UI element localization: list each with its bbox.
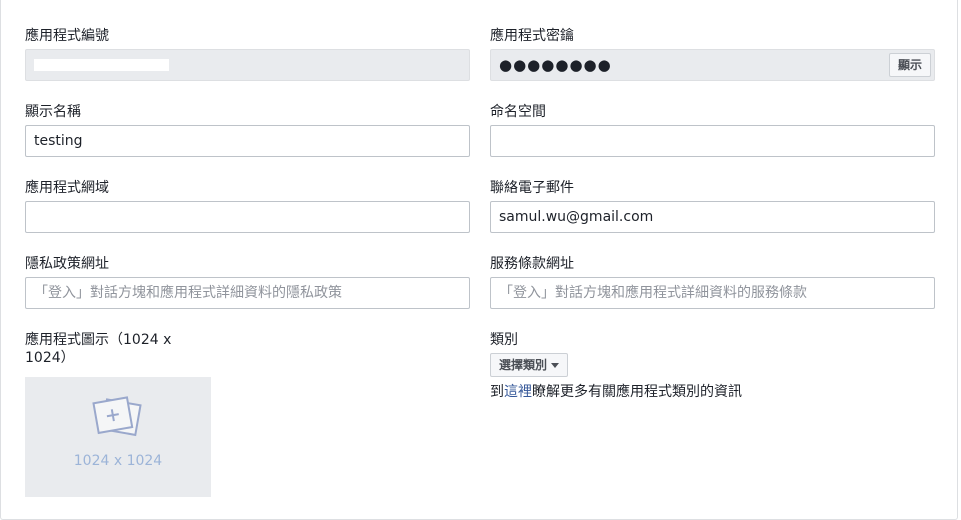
app-icon-label-line2: 1024） (25, 350, 75, 366)
category-select-button[interactable]: 選擇類別 (490, 353, 569, 377)
category-help-suffix: 瞭解更多有關應用程式類別的資訊 (532, 384, 742, 400)
category-field: 類別 (490, 331, 518, 349)
app-icon-upload[interactable]: 1024 x 1024 (25, 377, 211, 497)
namespace-field: 命名空間 (490, 103, 546, 121)
image-upload-icon (92, 396, 142, 437)
contact-email-value: samul.wu@gmail.com (499, 209, 654, 225)
category-label: 類別 (490, 332, 518, 348)
app-id-input[interactable] (25, 49, 470, 81)
chevron-down-icon (551, 363, 560, 368)
category-help-link[interactable]: 這裡 (504, 384, 532, 400)
app-secret-input[interactable]: ●●●●●●●● 顯示 (490, 49, 935, 81)
privacy-url-label: 隱私政策網址 (25, 256, 109, 272)
tos-url-input[interactable]: 「登入」對話方塊和應用程式詳細資料的服務條款 (490, 277, 935, 309)
category-help-prefix: 到 (490, 384, 504, 400)
basic-settings-panel: 應用程式編號 應用程式密鑰 ●●●●●●●● 顯示 顯示名稱 testing 命… (0, 0, 958, 520)
category-select-label: 選擇類別 (499, 358, 548, 372)
app-domains-label: 應用程式網域 (25, 180, 109, 196)
privacy-url-input[interactable]: 「登入」對話方塊和應用程式詳細資料的隱私政策 (25, 277, 470, 309)
display-name-value: testing (34, 133, 83, 149)
contact-email-label: 聯絡電子郵件 (490, 180, 574, 196)
app-icon-label-line1: 應用程式圖示（1024 x (25, 332, 172, 348)
display-name-label: 顯示名稱 (25, 104, 81, 120)
app-id-redacted (34, 59, 169, 71)
category-help-text: 到這裡瞭解更多有關應用程式類別的資訊 (490, 383, 742, 401)
app-secret-field: 應用程式密鑰 (490, 27, 574, 45)
app-domains-field: 應用程式網域 (25, 179, 109, 197)
contact-email-field: 聯絡電子郵件 (490, 179, 574, 197)
tos-url-field: 服務條款網址 (490, 255, 574, 273)
display-name-field: 顯示名稱 (25, 103, 81, 121)
contact-email-input[interactable]: samul.wu@gmail.com (490, 201, 935, 233)
app-secret-label: 應用程式密鑰 (490, 28, 574, 44)
tos-url-label: 服務條款網址 (490, 256, 574, 272)
privacy-url-placeholder: 「登入」對話方塊和應用程式詳細資料的隱私政策 (34, 285, 342, 301)
app-icon-size-caption: 1024 x 1024 (73, 453, 163, 469)
namespace-label: 命名空間 (490, 104, 546, 120)
namespace-input[interactable] (490, 125, 935, 157)
display-name-input[interactable]: testing (25, 125, 470, 157)
app-id-label: 應用程式編號 (25, 28, 109, 44)
tos-url-placeholder: 「登入」對話方塊和應用程式詳細資料的服務條款 (499, 285, 807, 301)
privacy-url-field: 隱私政策網址 (25, 255, 109, 273)
app-icon-field: 應用程式圖示（1024 x 1024） (25, 331, 171, 367)
app-id-field: 應用程式編號 (25, 27, 109, 45)
app-secret-masked-value: ●●●●●●●● (499, 56, 612, 74)
show-secret-button[interactable]: 顯示 (888, 53, 931, 77)
app-domains-input[interactable] (25, 201, 470, 233)
